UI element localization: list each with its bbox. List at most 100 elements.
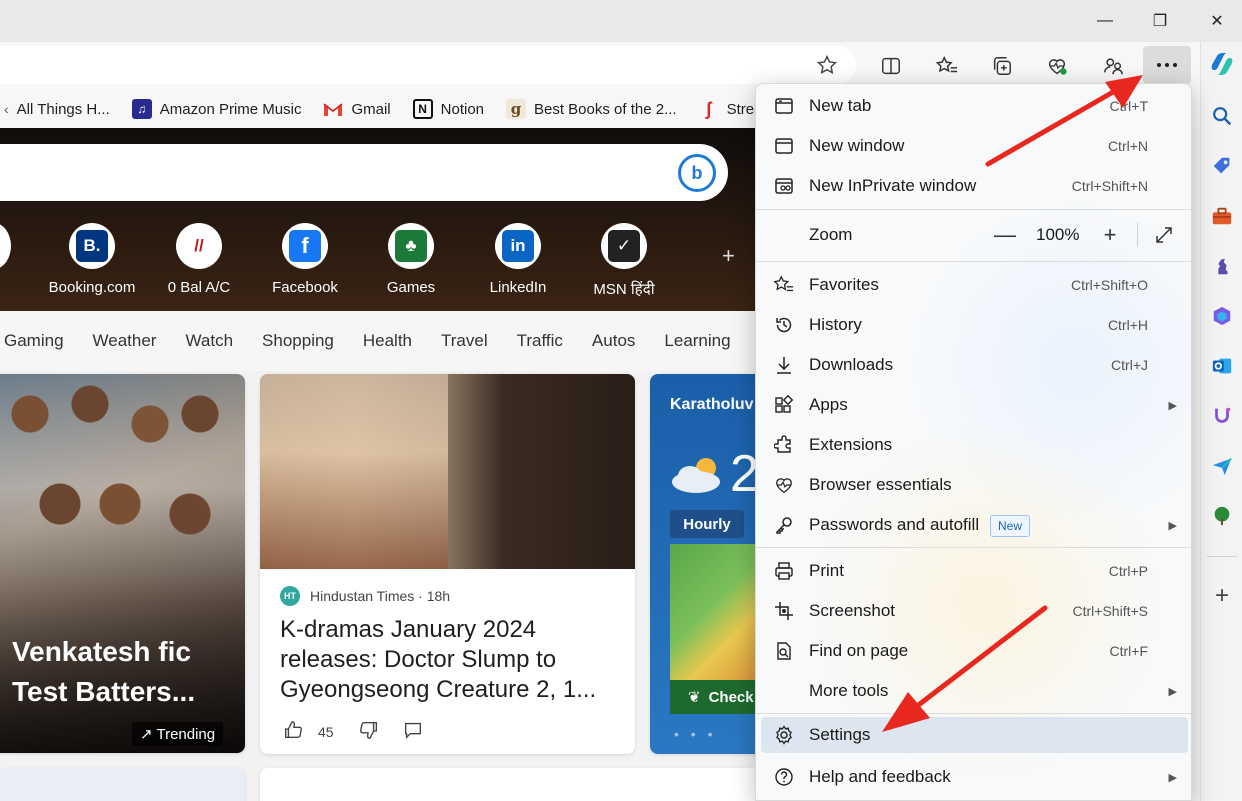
nav-item[interactable]: Learning <box>664 331 730 351</box>
nav-item[interactable]: Health <box>363 331 412 351</box>
quick-link[interactable]: ♣ Games <box>366 223 456 296</box>
notion-icon: N <box>412 99 433 119</box>
menu-item-print[interactable]: Print Ctrl+P <box>756 551 1191 591</box>
nav-item[interactable]: Traffic <box>517 331 563 351</box>
bookmark-item[interactable]: Gmail <box>323 99 391 119</box>
settings-and-more-button[interactable] <box>1143 46 1191 84</box>
fullscreen-icon[interactable] <box>1150 221 1178 249</box>
news-card-partial[interactable] <box>260 768 760 801</box>
chevron-icon: ‹ <box>4 101 9 117</box>
carousel-dots[interactable]: • • • <box>674 726 716 742</box>
news-card-cricket[interactable]: Venkatesh fic Test Batters... ↗ Trending <box>0 374 245 753</box>
menu-separator <box>756 261 1191 262</box>
bookmark-item[interactable]: ♫ Amazon Prime Music <box>131 99 302 119</box>
nav-item[interactable]: Weather <box>93 331 157 351</box>
shopping-tag-icon[interactable] <box>1208 152 1236 180</box>
quick-link[interactable]: // 0 Bal A/C <box>154 223 244 296</box>
stream-icon: ʃ <box>705 98 712 119</box>
menu-item-favorites[interactable]: Favorites Ctrl+Shift+O <box>756 265 1191 305</box>
amazon-music-icon: ♫ <box>131 99 152 119</box>
add-sidebar-app-icon[interactable]: + <box>1208 582 1236 610</box>
bookmark-label: Gmail <box>351 100 391 118</box>
history-icon <box>773 314 795 336</box>
nav-item[interactable]: Autos <box>592 331 635 351</box>
zoom-in-button[interactable]: + <box>1096 221 1124 249</box>
copilot-icon[interactable] <box>1208 50 1236 78</box>
menu-item-history[interactable]: History Ctrl+H <box>756 305 1191 345</box>
restore-button[interactable]: ❐ <box>1137 6 1183 36</box>
send-icon[interactable] <box>1208 452 1236 480</box>
facebook-icon: f <box>289 230 321 262</box>
edge-sidebar: + <box>1200 42 1242 801</box>
find-on-page-icon <box>773 640 795 662</box>
goodreads-icon: g <box>506 99 526 119</box>
add-shortcut-icon[interactable]: + <box>722 243 735 269</box>
minimize-button[interactable]: — <box>1082 6 1128 36</box>
like-count: 45 <box>318 723 334 740</box>
new-window-icon <box>773 135 795 157</box>
weather-card[interactable]: Karatholuv 2 Hourly ❦ Check • • • <box>650 374 760 754</box>
title-bar: — ❐ ✕ <box>0 0 1242 42</box>
nav-item[interactable]: Shopping <box>262 331 334 351</box>
quick-link[interactable]: ✓ MSN हिंदी <box>579 223 669 299</box>
annotation-arrow-settings <box>882 605 1048 732</box>
news-card-kdramas[interactable]: HT Hindustan Times · 18h K-dramas Januar… <box>260 374 635 754</box>
nav-item[interactable]: Watch <box>185 331 233 351</box>
dislike-icon[interactable] <box>358 719 380 744</box>
tools-icon[interactable] <box>1208 202 1236 230</box>
bookmark-item[interactable]: N Notion <box>412 99 484 119</box>
check-button[interactable]: ❦ Check <box>670 680 760 714</box>
quick-link[interactable]: f Facebook <box>260 223 350 296</box>
new-badge: New <box>990 515 1031 537</box>
favorite-star-icon[interactable] <box>816 54 838 81</box>
address-bar[interactable] <box>0 46 856 84</box>
favorites-icon[interactable] <box>930 50 964 82</box>
booking-icon: B. <box>76 230 108 262</box>
menu-item-new-inprivate-window[interactable]: New InPrivate window Ctrl+Shift+N <box>756 166 1191 206</box>
menu-item-apps[interactable]: Apps ▶ <box>756 385 1191 425</box>
quick-link[interactable]: B. Booking.com <box>47 223 137 296</box>
close-button[interactable]: ✕ <box>1194 6 1240 36</box>
extensions-icon <box>773 434 795 456</box>
bookmark-item[interactable]: ‹ All Things H... <box>4 101 110 118</box>
search-icon[interactable] <box>1208 102 1236 130</box>
tree-icon[interactable] <box>1208 502 1236 530</box>
designer-icon[interactable] <box>1208 402 1236 430</box>
quick-link-label: Booking.com <box>48 279 136 296</box>
zoom-label: Zoom <box>809 225 853 244</box>
news-card-partial[interactable] <box>0 768 245 801</box>
bookmark-label: Amazon Prime Music <box>159 100 302 118</box>
bookmark-item[interactable]: g Best Books of the 2... <box>506 99 677 119</box>
menu-item-passwords-and-autofill[interactable]: Passwords and autofill New ▶ <box>756 505 1191 545</box>
split-screen-icon[interactable] <box>874 50 908 82</box>
bookmark-label: All Things H... <box>16 100 110 118</box>
bing-icon[interactable]: b <box>678 154 716 192</box>
quick-link[interactable]: in LinkedIn <box>473 223 563 296</box>
menu-item-downloads[interactable]: Downloads Ctrl+J <box>756 345 1191 385</box>
games-chess-icon[interactable] <box>1208 252 1236 280</box>
submenu-arrow-icon: ▶ <box>1168 771 1177 784</box>
microsoft-365-icon[interactable] <box>1208 302 1236 330</box>
gear-icon <box>773 724 795 746</box>
inprivate-icon <box>773 175 795 197</box>
zoom-out-button[interactable]: — <box>991 221 1019 249</box>
quick-link-label: MSN हिंदी <box>593 281 655 298</box>
hourly-tab[interactable]: Hourly <box>670 510 744 538</box>
sidebar-divider <box>1207 556 1237 557</box>
menu-item-extensions[interactable]: Extensions <box>756 425 1191 465</box>
outlook-icon[interactable] <box>1208 352 1236 380</box>
download-icon <box>773 354 795 376</box>
menu-separator <box>756 547 1191 548</box>
menu-item-help-and-feedback[interactable]: Help and feedback ▶ <box>756 757 1191 797</box>
comment-icon[interactable] <box>402 719 424 744</box>
nav-item[interactable]: Gaming <box>4 331 64 351</box>
nav-item[interactable]: Travel <box>441 331 488 351</box>
like-icon[interactable] <box>282 719 304 744</box>
search-box[interactable]: b <box>0 144 728 201</box>
quick-link-partial[interactable] <box>0 223 11 269</box>
msn-icon: ✓ <box>608 230 640 262</box>
zoom-row: Zoom — 100% + <box>756 215 1191 255</box>
print-icon <box>773 560 795 582</box>
menu-item-browser-essentials[interactable]: Browser essentials <box>756 465 1191 505</box>
games-icon: ♣ <box>395 230 427 262</box>
